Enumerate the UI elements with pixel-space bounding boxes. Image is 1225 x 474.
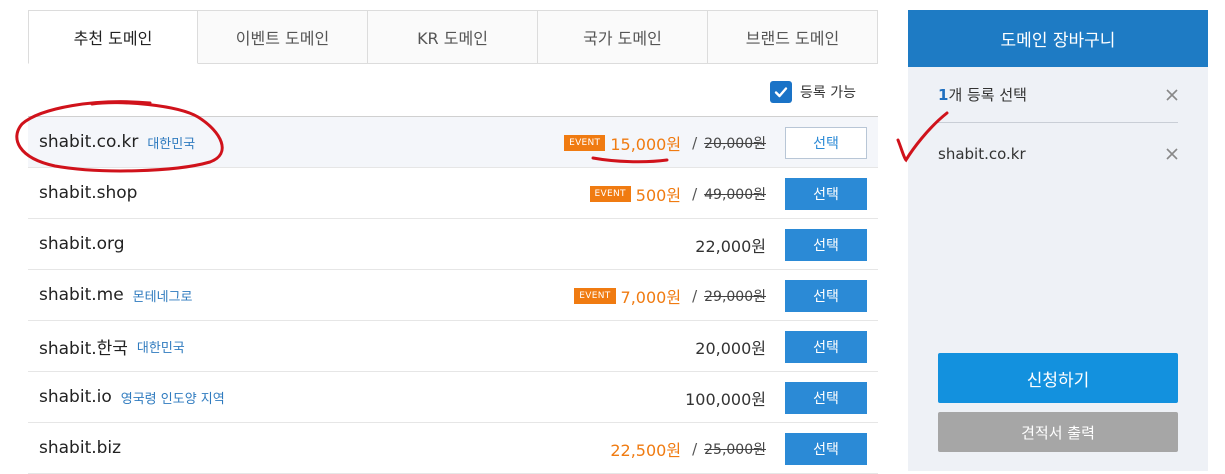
domain-country: 몬테네그로	[132, 289, 193, 305]
tab-brand[interactable]: 브랜드 도메인	[708, 10, 878, 64]
cart-count-label: 개 등록 선택	[948, 86, 1027, 104]
sale-price: 500원	[635, 185, 682, 205]
original-price: 25,000원	[704, 441, 766, 458]
domain-country: 대한민국	[136, 340, 185, 356]
print-quote-button[interactable]: 견적서 출력	[938, 412, 1178, 452]
event-badge: EVENT	[574, 287, 616, 304]
price-separator: /	[692, 286, 698, 305]
original-price: 20,000원	[704, 135, 766, 152]
select-button[interactable]: 선택	[785, 127, 867, 159]
event-badge: EVENT	[589, 185, 631, 202]
price-separator: /	[692, 439, 698, 458]
price-area: 100,000원	[685, 372, 766, 423]
domain-country: 대한민국	[147, 136, 196, 152]
available-filter-label: 등록 가능	[800, 85, 856, 101]
domain-category-tabs: 추천 도메인 이벤트 도메인 KR 도메인 국가 도메인 브랜드 도메인	[28, 10, 878, 64]
domain-name: shabit.biz	[39, 438, 122, 458]
price-area: 22,500원 / 25,000원	[610, 423, 766, 474]
domain-name: shabit.io	[39, 387, 112, 407]
select-button[interactable]: 선택	[785, 280, 867, 312]
tabs-divider	[198, 63, 878, 64]
price-separator: /	[692, 133, 698, 152]
remove-item-close-icon[interactable]	[1165, 147, 1179, 161]
domain-name: shabit.shop	[39, 183, 138, 203]
cart-divider	[938, 122, 1178, 123]
domain-row: shabit.co.kr 대한민국 EVENT 15,000원 / 20,000…	[28, 117, 878, 168]
price-area: 22,000원	[695, 219, 766, 270]
domain-row: shabit.biz 22,500원 / 25,000원 선택	[28, 423, 878, 474]
checkmark-icon	[774, 87, 788, 98]
tab-recommended[interactable]: 추천 도메인	[28, 10, 198, 64]
domain-row: shabit.me 몬테네그로 EVENT 7,000원 / 29,000원 선…	[28, 270, 878, 321]
sale-price: 15,000원	[610, 134, 682, 154]
domain-list: shabit.co.kr 대한민국 EVENT 15,000원 / 20,000…	[28, 116, 878, 474]
price-separator: /	[692, 184, 698, 203]
tab-kr[interactable]: KR 도메인	[368, 10, 538, 64]
sale-price: 22,500원	[610, 440, 682, 460]
available-filter: 등록 가능	[770, 80, 856, 104]
original-price: 29,000원	[704, 288, 766, 305]
select-button[interactable]: 선택	[785, 178, 867, 210]
domain-cart-panel: 도메인 장바구니 1개 등록 선택 shabit.co.kr 신청하기 견적서 …	[908, 10, 1208, 471]
select-button[interactable]: 선택	[785, 229, 867, 261]
tab-event[interactable]: 이벤트 도메인	[198, 10, 368, 64]
domain-row: shabit.io 영국령 인도양 지역 100,000원 선택	[28, 372, 878, 423]
price-area: EVENT 15,000원 / 20,000원	[564, 117, 766, 168]
domain-row: shabit.한국 대한민국 20,000원 선택	[28, 321, 878, 372]
sale-price: 7,000원	[620, 287, 682, 307]
apply-button[interactable]: 신청하기	[938, 353, 1178, 403]
price: 20,000원	[695, 338, 766, 358]
available-checkbox[interactable]	[770, 81, 792, 103]
domain-name: shabit.org	[39, 234, 125, 254]
domain-row: shabit.shop EVENT 500원 / 49,000원 선택	[28, 168, 878, 219]
price-area: EVENT 500원 / 49,000원	[589, 168, 766, 219]
domain-row: shabit.org 22,000원 선택	[28, 219, 878, 270]
domain-name: shabit.me	[39, 285, 124, 305]
select-button[interactable]: 선택	[785, 331, 867, 363]
cart-count-number: 1	[938, 86, 949, 104]
price-area: EVENT 7,000원 / 29,000원	[574, 270, 766, 321]
tab-country[interactable]: 국가 도메인	[538, 10, 708, 64]
cart-title: 도메인 장바구니	[908, 10, 1208, 67]
cart-item-domain: shabit.co.kr	[938, 145, 1026, 163]
domain-name: shabit.한국	[39, 338, 128, 359]
domain-country: 영국령 인도양 지역	[120, 391, 225, 407]
clear-all-close-icon[interactable]	[1165, 88, 1179, 102]
domain-name: shabit.co.kr	[39, 132, 139, 152]
original-price: 49,000원	[704, 186, 766, 203]
cart-count: 1개 등록 선택	[938, 84, 1027, 105]
price-area: 20,000원	[695, 321, 766, 372]
event-badge: EVENT	[564, 134, 606, 151]
price: 100,000원	[685, 389, 766, 409]
select-button[interactable]: 선택	[785, 433, 867, 465]
select-button[interactable]: 선택	[785, 382, 867, 414]
price: 22,000원	[695, 236, 766, 256]
